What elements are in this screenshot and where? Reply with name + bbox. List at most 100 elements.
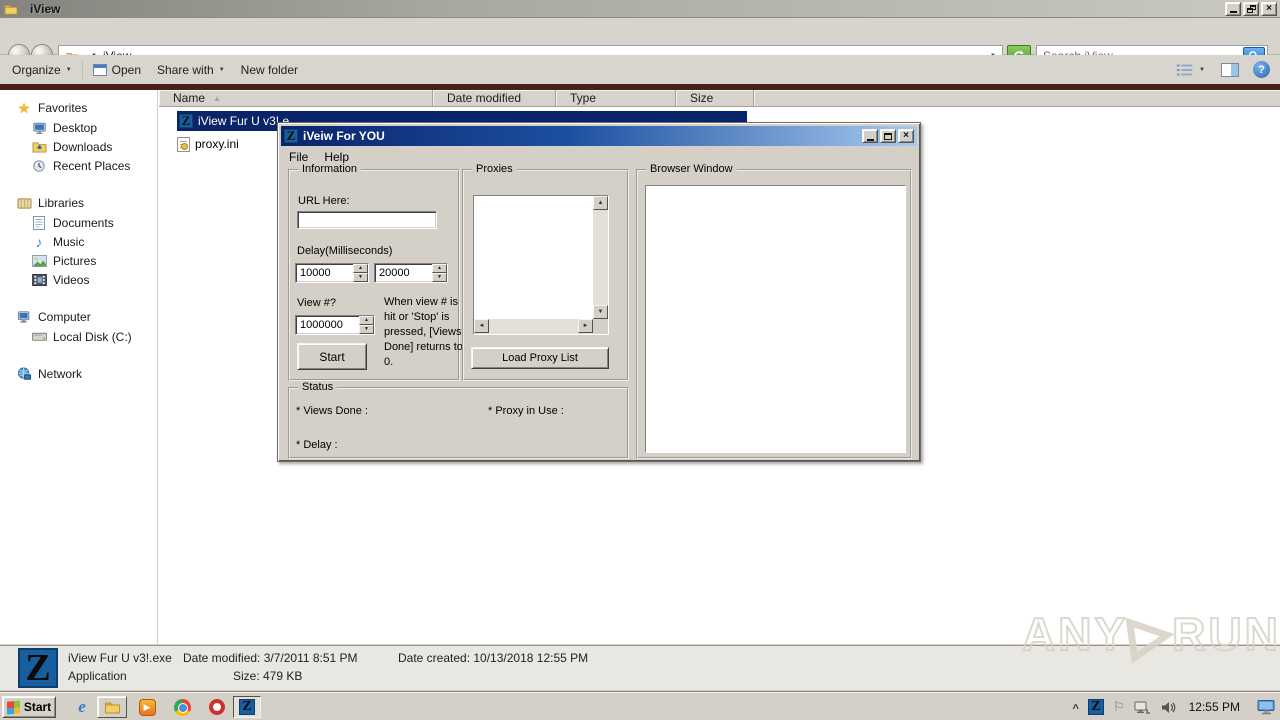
document-icon bbox=[31, 215, 47, 231]
spin-up-button[interactable]: ▲ bbox=[353, 264, 368, 273]
close-button[interactable]: × bbox=[1261, 1, 1277, 16]
clock[interactable]: 12:55 PM bbox=[1189, 700, 1240, 714]
z-app-icon: Z bbox=[239, 699, 255, 715]
sidebar-label: Network bbox=[38, 367, 83, 381]
proxy-in-use-label: * Proxy in Use : bbox=[488, 405, 564, 417]
sidebar-label: Pictures bbox=[53, 253, 97, 268]
explorer-titlebar[interactable]: iView × bbox=[0, 0, 1280, 18]
column-header-date-modified[interactable]: Date modified bbox=[433, 90, 556, 107]
open-button[interactable]: Open bbox=[85, 59, 149, 81]
star-icon: ★ bbox=[17, 100, 31, 116]
chrome-logo bbox=[173, 698, 191, 716]
column-header-type[interactable]: Type bbox=[556, 90, 676, 107]
sidebar-item-local-disk[interactable]: Local Disk (C:) bbox=[0, 327, 157, 346]
proxy-list-view[interactable] bbox=[474, 196, 593, 319]
opera-logo bbox=[209, 699, 225, 715]
recent-places-icon bbox=[31, 158, 47, 174]
details-date-created: Date created: 10/13/2018 12:55 PM bbox=[398, 651, 589, 665]
column-header-filler bbox=[754, 90, 1280, 107]
column-header-size[interactable]: Size bbox=[676, 90, 754, 107]
start-button[interactable]: Start bbox=[2, 696, 56, 718]
sidebar-label: Local Disk (C:) bbox=[53, 329, 132, 344]
z-app-icon-large: Z bbox=[18, 647, 58, 689]
sidebar-item-music[interactable]: ♪ Music bbox=[0, 232, 157, 251]
embedded-browser-view bbox=[645, 185, 906, 453]
horizontal-scrollbar[interactable]: ◄ ► bbox=[474, 319, 593, 334]
share-with-label: Share with bbox=[157, 62, 214, 77]
restore-button[interactable] bbox=[1243, 1, 1259, 16]
dialog-maximize-button[interactable] bbox=[880, 129, 896, 143]
spin-down-button[interactable]: ▼ bbox=[359, 325, 374, 334]
spin-up-button[interactable]: ▲ bbox=[432, 264, 447, 273]
column-header-name[interactable]: Name ▲ bbox=[159, 90, 433, 107]
organize-button[interactable]: Organize ▼ bbox=[4, 59, 80, 81]
sidebar-item-documents[interactable]: Documents bbox=[0, 213, 157, 232]
internet-explorer-icon[interactable]: e bbox=[72, 697, 92, 717]
sidebar-label: Computer bbox=[38, 310, 91, 324]
sidebar-label: Libraries bbox=[38, 196, 85, 210]
load-proxy-list-button[interactable]: Load Proxy List bbox=[471, 347, 609, 369]
command-bar: Organize ▼ Open Share with ▼ New folder … bbox=[0, 55, 1280, 84]
organize-label: Organize bbox=[12, 62, 61, 77]
sidebar-item-libraries[interactable]: Libraries bbox=[0, 193, 157, 213]
preview-pane-button[interactable] bbox=[1221, 62, 1239, 77]
dialog-minimize-button[interactable] bbox=[862, 129, 878, 143]
spinner-buttons: ▲ ▼ bbox=[359, 316, 374, 334]
file-name: iView Fur U v3!.e bbox=[198, 114, 290, 128]
proxies-legend: Proxies bbox=[472, 163, 517, 175]
spin-down-button[interactable]: ▼ bbox=[353, 273, 368, 282]
dialog-title: iVeiw For YOU bbox=[303, 129, 385, 143]
start-views-button[interactable]: Start bbox=[297, 343, 367, 370]
video-icon bbox=[31, 272, 47, 288]
desktop-icon bbox=[31, 120, 47, 136]
iveiw-dialog: Z iVeiw For YOU × File Help Information … bbox=[277, 122, 921, 462]
sidebar-label: Documents bbox=[53, 215, 114, 230]
delay-max-spinner[interactable]: 20000 ▲ ▼ bbox=[374, 263, 448, 283]
help-button[interactable]: ? bbox=[1253, 61, 1270, 78]
sidebar-item-computer[interactable]: Computer bbox=[0, 307, 157, 327]
explorer-task-button[interactable] bbox=[97, 696, 127, 718]
spin-down-button[interactable]: ▼ bbox=[432, 273, 447, 282]
show-hidden-icons-button[interactable]: ^ bbox=[1073, 703, 1079, 715]
dialog-titlebar[interactable]: Z iVeiw For YOU × bbox=[281, 126, 917, 146]
chrome-icon[interactable] bbox=[172, 697, 192, 717]
spin-up-button[interactable]: ▲ bbox=[359, 316, 374, 325]
sidebar-item-desktop[interactable]: Desktop bbox=[0, 118, 157, 137]
change-view-button[interactable]: ▼ bbox=[1176, 63, 1205, 77]
sidebar-item-pictures[interactable]: Pictures bbox=[0, 251, 157, 270]
volume-tray-icon[interactable] bbox=[1160, 700, 1177, 715]
sidebar-item-videos[interactable]: Videos bbox=[0, 270, 157, 289]
details-file-type: Application bbox=[68, 669, 127, 683]
scroll-left-button[interactable]: ◄ bbox=[474, 319, 489, 333]
scroll-right-button[interactable]: ► bbox=[578, 319, 593, 333]
file-row-ini[interactable]: proxy.ini bbox=[177, 135, 239, 153]
url-input[interactable] bbox=[297, 211, 437, 229]
view-count-spinner[interactable]: 1000000 ▲ ▼ bbox=[295, 315, 375, 335]
sidebar-item-downloads[interactable]: Downloads bbox=[0, 137, 157, 156]
navigation-bar: ← → ▼ iView ▼ bbox=[0, 18, 1280, 67]
scroll-down-button[interactable]: ▼ bbox=[593, 305, 608, 319]
z-app-task-button[interactable]: Z bbox=[233, 696, 261, 718]
media-player-icon[interactable]: ▶ bbox=[137, 697, 157, 717]
network-tray-icon[interactable] bbox=[1134, 700, 1151, 715]
action-center-flag-icon[interactable]: ⚐ bbox=[1113, 699, 1125, 715]
proxy-listbox[interactable]: ▲ ▼ ◄ ► bbox=[473, 195, 609, 335]
opera-icon[interactable] bbox=[207, 697, 227, 717]
show-desktop-button[interactable] bbox=[1257, 699, 1276, 715]
sidebar-item-network[interactable]: Network bbox=[0, 364, 157, 384]
libraries-icon bbox=[16, 195, 32, 211]
new-folder-button[interactable]: New folder bbox=[233, 59, 306, 81]
minimize-button[interactable] bbox=[1225, 1, 1241, 16]
share-with-button[interactable]: Share with ▼ bbox=[149, 59, 233, 81]
z-tray-icon[interactable]: Z bbox=[1087, 699, 1104, 715]
vertical-scrollbar[interactable]: ▲ ▼ bbox=[593, 196, 608, 319]
sidebar-item-recent-places[interactable]: Recent Places bbox=[0, 156, 157, 175]
delay-max-value: 20000 bbox=[379, 267, 410, 279]
scroll-up-button[interactable]: ▲ bbox=[593, 196, 608, 210]
delay-label: Delay(Milliseconds) bbox=[297, 245, 393, 257]
delay-min-value: 10000 bbox=[300, 267, 331, 279]
dialog-close-button[interactable]: × bbox=[898, 129, 914, 143]
sidebar-item-favorites[interactable]: ★ Favorites bbox=[0, 98, 157, 118]
views-note-text: When view # is hit or 'Stop' is pressed,… bbox=[384, 296, 463, 368]
delay-min-spinner[interactable]: 10000 ▲ ▼ bbox=[295, 263, 369, 283]
